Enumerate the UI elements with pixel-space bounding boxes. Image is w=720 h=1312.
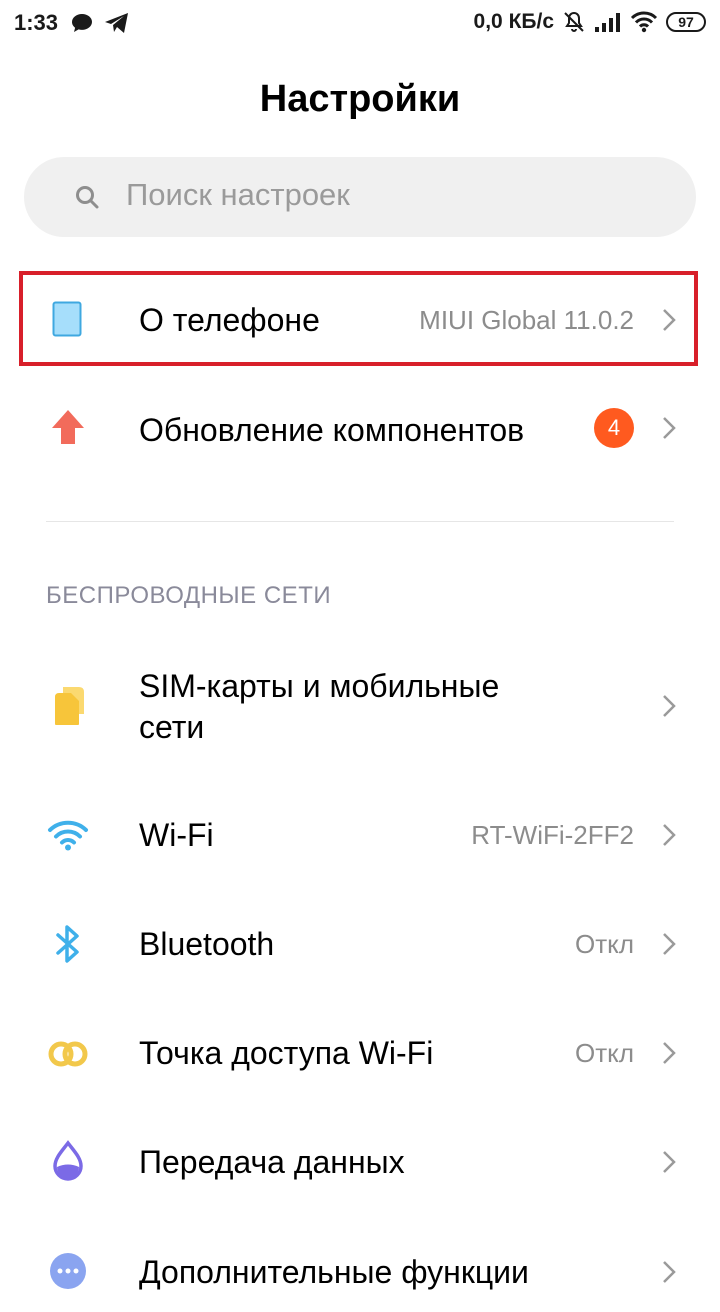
search-placeholder: Поиск настроек <box>126 177 350 212</box>
signal-icon <box>595 13 620 32</box>
bluetooth-icon <box>56 925 79 963</box>
more-label: Дополнительные функции <box>139 1254 529 1290</box>
sim-label-line2: сети <box>139 709 205 745</box>
status-bar-right: 0,0 КБ/с 97 <box>466 10 706 34</box>
arrow-up-icon <box>52 410 84 444</box>
battery-icon: 97 <box>666 12 706 32</box>
status-bar: 1:33 0,0 КБ/с 97 <box>0 0 720 52</box>
page-title: Настройки <box>259 78 461 120</box>
search-icon <box>76 186 99 209</box>
section-header-wireless: БЕСПРОВОДНЫЕ СЕТИ <box>46 582 332 609</box>
bluetooth-value: Откл <box>575 929 634 959</box>
chevron-right-icon <box>663 824 676 846</box>
settings-item-data-usage[interactable]: Передача данных <box>0 1122 720 1202</box>
updates-badge: 4 <box>594 408 634 448</box>
chevron-right-icon <box>663 309 676 331</box>
settings-item-bluetooth[interactable]: Bluetooth Откл <box>0 904 720 984</box>
settings-item-more[interactable]: Дополнительные функции <box>0 1232 720 1312</box>
settings-item-hotspot[interactable]: Точка доступа Wi-Fi Откл <box>0 1013 720 1093</box>
settings-item-wifi[interactable]: Wi-Fi RT-WiFi-2FF2 <box>0 795 720 875</box>
data-drop-icon <box>53 1140 83 1181</box>
updates-label: Обновление компонентов <box>139 412 525 448</box>
settings-item-about-phone[interactable]: О телефоне MIUI Global 11.0.2 <box>0 280 720 360</box>
status-bar-left: 1:33 <box>14 10 140 36</box>
chevron-right-icon <box>663 1042 676 1064</box>
wifi-value: RT-WiFi-2FF2 <box>471 820 634 850</box>
divider <box>46 521 674 522</box>
chevron-right-icon <box>663 1151 676 1173</box>
bluetooth-label: Bluetooth <box>139 926 275 962</box>
bell-muted-icon <box>564 11 584 32</box>
chevron-right-icon <box>663 1261 676 1283</box>
telegram-icon <box>105 13 129 33</box>
sim-cards-icon <box>55 687 84 725</box>
wifi-label: Wi-Fi <box>139 817 214 853</box>
chevron-right-icon <box>663 695 676 717</box>
settings-item-sim-cards[interactable]: SIM-карты и мобильные сети <box>0 660 720 755</box>
status-time: 1:33 <box>14 10 59 35</box>
data-usage-label: Передача данных <box>139 1144 405 1180</box>
hotspot-value: Откл <box>575 1038 634 1068</box>
chat-icon <box>72 14 93 32</box>
wifi-status-icon <box>630 11 658 33</box>
wifi-icon <box>48 820 88 851</box>
about-phone-label: О телефоне <box>139 302 320 338</box>
about-phone-value: MIUI Global 11.0.2 <box>419 305 634 335</box>
search-input[interactable]: Поиск настроек <box>24 157 696 237</box>
hotspot-icon <box>48 1041 88 1067</box>
sim-label-line1: SIM-карты и мобильные <box>139 668 500 704</box>
chevron-right-icon <box>663 417 676 439</box>
chevron-right-icon <box>663 933 676 955</box>
more-icon <box>50 1253 86 1289</box>
hotspot-label: Точка доступа Wi-Fi <box>139 1035 434 1071</box>
phone-icon <box>52 301 82 337</box>
net-speed: 0,0 КБ/с <box>473 10 554 33</box>
